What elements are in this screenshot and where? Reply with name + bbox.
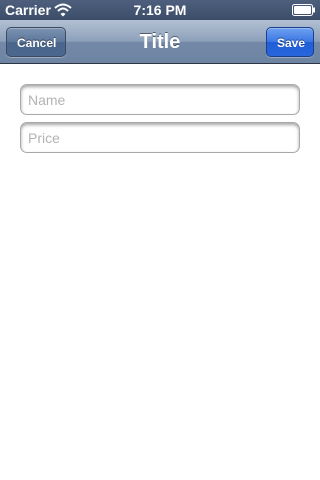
name-field[interactable] (20, 84, 300, 115)
cancel-button[interactable]: Cancel (6, 27, 66, 57)
page-title: Title (139, 31, 181, 53)
screen: Carrier 7:16 PM Cancel Title Save (0, 0, 320, 480)
navigation-bar: Cancel Title Save (0, 20, 320, 64)
battery-icon (292, 4, 315, 16)
status-bar: Carrier 7:16 PM (0, 0, 320, 20)
save-button[interactable]: Save (266, 27, 314, 57)
price-field[interactable] (20, 122, 300, 153)
clock-label: 7:16 PM (133, 2, 187, 18)
